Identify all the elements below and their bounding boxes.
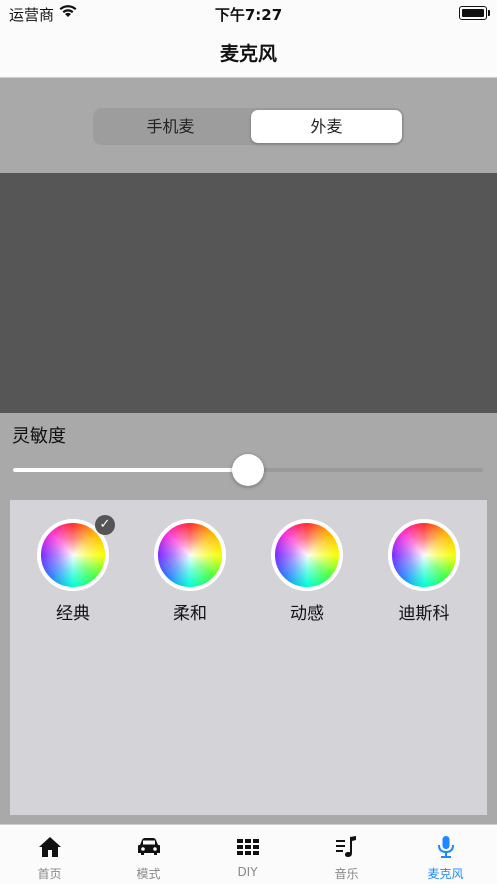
source-selector-area: 手机麦 外麦 xyxy=(0,78,497,173)
color-wheel xyxy=(388,519,460,591)
color-wheel-icon xyxy=(271,519,343,591)
mode-soft[interactable]: 柔和 xyxy=(135,519,245,624)
car-icon xyxy=(99,834,198,860)
tab-label: 麦克风 xyxy=(427,867,464,881)
segment-external-mic[interactable]: 外麦 xyxy=(251,110,402,143)
mode-classic[interactable]: ✓ 经典 xyxy=(18,515,128,624)
home-icon xyxy=(0,834,99,860)
tab-mode[interactable]: 模式 xyxy=(99,825,198,884)
tab-diy[interactable]: DIY xyxy=(198,825,297,884)
mode-label: 动感 xyxy=(290,604,324,624)
microphone-icon xyxy=(396,834,495,860)
page-title: 麦克风 xyxy=(219,43,277,65)
tab-home[interactable]: 首页 xyxy=(0,825,99,884)
color-wheel xyxy=(154,519,226,591)
battery-icon xyxy=(459,6,490,20)
color-wheel xyxy=(271,519,343,591)
mode-label: 经典 xyxy=(56,604,90,624)
segment-phone-mic[interactable]: 手机麦 xyxy=(95,110,246,143)
effect-modes-panel: ✓ 经典 柔和 动感 迪斯科 xyxy=(10,500,487,815)
music-icon xyxy=(297,834,396,860)
mode-dynamic[interactable]: 动感 xyxy=(252,519,362,624)
tab-music[interactable]: 音乐 xyxy=(297,825,396,884)
tab-label: DIY xyxy=(237,865,258,879)
tab-bar: 首页 模式 DIY 音乐 麦克风 xyxy=(0,824,497,884)
audio-visualizer-area xyxy=(0,173,497,413)
mode-label: 柔和 xyxy=(173,604,207,624)
mode-label: 迪斯科 xyxy=(398,604,450,624)
clock: 下午7:27 xyxy=(214,6,283,24)
tab-label: 音乐 xyxy=(334,867,359,881)
sensitivity-label: 灵敏度 xyxy=(12,426,66,447)
checkmark-icon: ✓ xyxy=(95,515,115,535)
color-wheel-icon xyxy=(388,519,460,591)
tab-label: 首页 xyxy=(37,867,62,881)
tab-microphone[interactable]: 麦克风 xyxy=(396,825,495,884)
status-bar: 运营商 下午7:27 xyxy=(0,0,497,28)
tab-label: 模式 xyxy=(136,867,161,881)
grid-icon xyxy=(198,834,297,860)
sensitivity-slider-thumb[interactable] xyxy=(232,454,264,486)
navigation-bar: 麦克风 xyxy=(0,28,497,78)
sensitivity-slider-fill xyxy=(13,468,248,472)
color-wheel-icon xyxy=(154,519,226,591)
color-wheel: ✓ xyxy=(37,515,115,591)
mode-disco[interactable]: 迪斯科 xyxy=(369,519,479,624)
source-segmented-control: 手机麦 外麦 xyxy=(93,108,404,145)
